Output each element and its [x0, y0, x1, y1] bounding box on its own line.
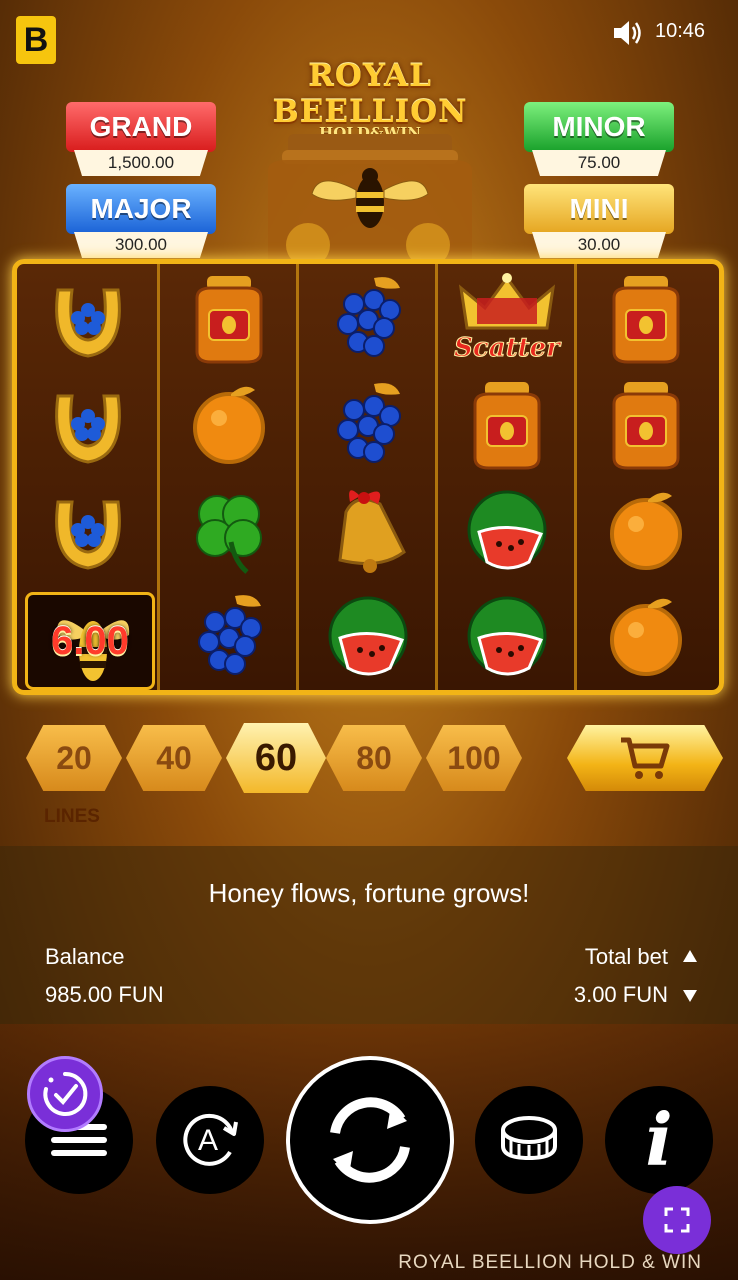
cart-icon [621, 737, 670, 779]
brand-logo: B [16, 16, 56, 64]
reel-area: 6.00 Scatter [12, 259, 724, 695]
jackpot-mini-value: 30.00 [532, 232, 666, 258]
jackpot-grand-label: GRAND [66, 102, 216, 152]
coin-stack-icon [501, 1116, 557, 1161]
grapes-icon [337, 277, 401, 357]
symbol-horseshoe [19, 266, 157, 370]
orange-icon [610, 598, 682, 676]
spin-arrows-icon [330, 1097, 410, 1183]
lines-label: LINES [44, 806, 100, 827]
symbol-honey-jar [577, 372, 715, 476]
crown-icon: Scatter [454, 273, 563, 364]
logo-title: ROYAL BEELLION [272, 58, 468, 130]
watermelon-icon [467, 596, 547, 676]
bonus-value: 6.00 [51, 618, 129, 663]
symbol-grapes [299, 372, 437, 476]
honey-jar-icon [195, 276, 263, 364]
autoplay-letter: A [198, 1124, 218, 1157]
symbol-crown-scatter: Scatter [438, 266, 576, 370]
symbol-orange [160, 372, 298, 476]
promo-button[interactable] [27, 1056, 103, 1132]
reel-4: Scatter [438, 264, 576, 690]
symbol-grapes [299, 266, 437, 370]
autoplay-button[interactable]: A [156, 1086, 264, 1194]
clock: 10:46 [655, 20, 706, 42]
lines-option-80[interactable]: 80 [326, 725, 422, 791]
jackpot-mini: MINI 30.00 [524, 184, 674, 258]
promo-clock-check-icon [43, 1071, 88, 1116]
lines-option-60-selected[interactable]: 60 [226, 723, 326, 793]
honey-jar-icon [612, 382, 680, 470]
fullscreen-icon [664, 1207, 690, 1233]
jackpot-minor-value: 75.00 [532, 150, 666, 176]
fullscreen-button[interactable] [643, 1186, 711, 1254]
orange-icon [610, 492, 682, 570]
symbol-clover [160, 478, 298, 582]
reel-3 [299, 264, 437, 690]
jackpot-minor: MINOR 75.00 [524, 102, 674, 176]
symbol-orange [577, 478, 715, 582]
grapes-icon [337, 383, 401, 463]
grapes-icon [198, 595, 262, 675]
info-button[interactable]: i [605, 1086, 713, 1194]
clover-icon [196, 495, 262, 574]
jackpot-grand: GRAND 1,500.00 [66, 102, 216, 176]
symbol-honey-jar [438, 372, 576, 476]
symbol-horseshoe [19, 372, 157, 476]
symbol-watermelon [438, 478, 576, 582]
lines-option-40[interactable]: 40 [126, 725, 222, 791]
info-icon: i [645, 1097, 673, 1182]
reel-2 [160, 264, 298, 690]
game-title-footer: ROYAL BEELLION HOLD & WIN [398, 1252, 702, 1273]
total-bet-value: 3.00 FUN [573, 982, 668, 1007]
balance-label: Balance [45, 944, 125, 969]
bet-increase-icon[interactable] [683, 950, 697, 962]
jackpot-major-value: 300.00 [74, 232, 208, 258]
bell-icon [338, 490, 406, 573]
symbol-honey-jar [577, 266, 715, 370]
symbol-watermelon [438, 584, 576, 688]
buy-feature-button[interactable] [567, 725, 723, 791]
bee-bonus-cell: 6.00 [25, 592, 155, 690]
bet-decrease-icon[interactable] [683, 990, 697, 1002]
jackpot-mini-label: MINI [524, 184, 674, 234]
jackpot-grand-value: 1,500.00 [74, 150, 208, 176]
scatter-label: Scatter [454, 333, 562, 363]
symbol-grapes [160, 584, 298, 688]
balance-value: 985.00 FUN [45, 982, 164, 1007]
total-bet-label: Total bet [584, 944, 668, 969]
watermelon-icon [328, 596, 408, 676]
horseshoe-icon [55, 394, 121, 464]
lines-selector: 20 40 60 80 100 [0, 723, 738, 795]
jackpot-major-label: MAJOR [66, 184, 216, 234]
honey-jar-icon [473, 382, 541, 470]
orange-icon [193, 386, 265, 464]
lines-option-20[interactable]: 20 [26, 725, 122, 791]
jackpot-major: MAJOR 300.00 [66, 184, 216, 258]
lines-option-100[interactable]: 100 [426, 725, 522, 791]
speaker-icon[interactable] [612, 18, 644, 48]
symbol-honey-jar [160, 266, 298, 370]
watermelon-icon [467, 490, 547, 570]
bet-coin-button[interactable] [475, 1086, 583, 1194]
horseshoe-icon [55, 500, 121, 570]
horseshoe-icon [55, 288, 121, 358]
tagline: Honey flows, fortune grows! [208, 878, 530, 908]
symbol-watermelon [299, 584, 437, 688]
honey-jar-icon [612, 276, 680, 364]
spin-button[interactable] [286, 1056, 454, 1224]
symbol-bell [299, 478, 437, 582]
reel-5 [577, 264, 715, 690]
symbol-orange [577, 584, 715, 688]
symbol-horseshoe [19, 478, 157, 582]
honey-jar-emblem [268, 134, 472, 260]
jackpot-minor-label: MINOR [524, 102, 674, 152]
autoplay-icon: A [183, 1113, 238, 1166]
